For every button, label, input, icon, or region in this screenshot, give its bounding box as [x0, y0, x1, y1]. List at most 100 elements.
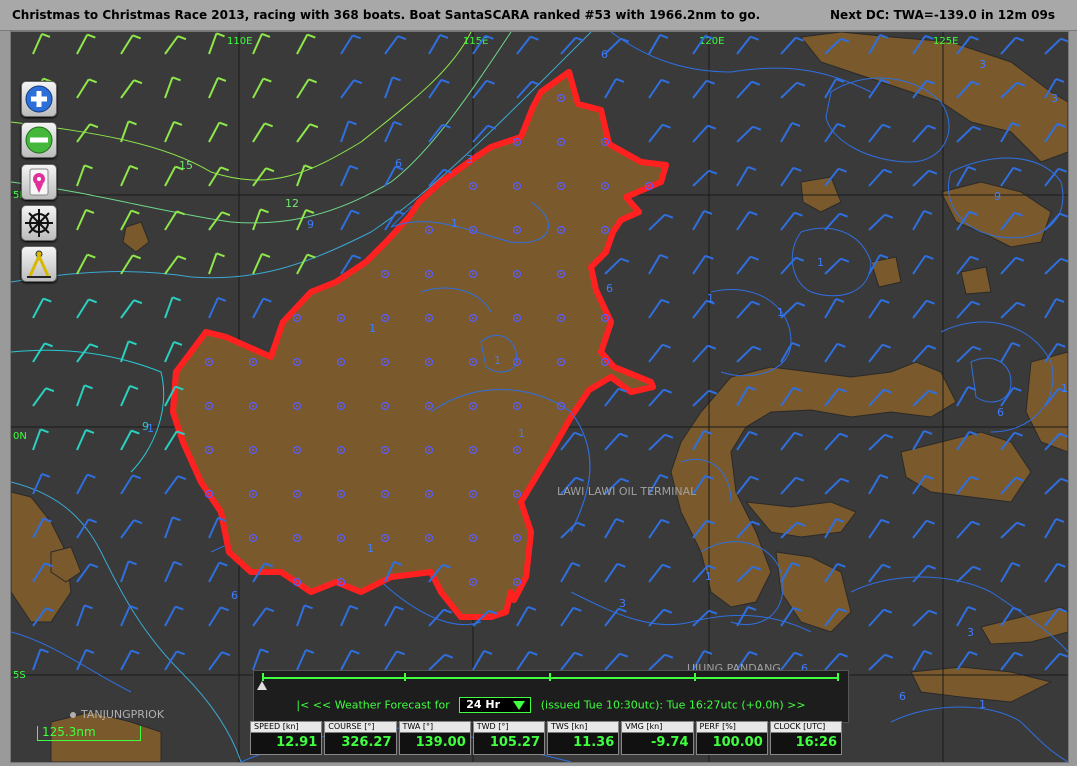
wind-barb: [164, 120, 183, 143]
helm-button[interactable]: [21, 205, 57, 241]
wind-barb: [516, 606, 537, 627]
wind-barb: [824, 212, 849, 231]
instrument-value: -9.74: [651, 735, 689, 750]
wind-barb: [428, 608, 453, 627]
instrument-value: 139.00: [415, 735, 466, 750]
isobar-label: 6: [231, 589, 238, 602]
calm-marker-dot: [516, 405, 518, 407]
wind-barb: [120, 604, 139, 627]
calm-marker-dot: [340, 493, 342, 495]
place-label-lawi-lawi: LAWI LAWI OIL TERMINAL: [557, 485, 697, 498]
calm-marker-dot: [516, 537, 518, 539]
wind-barb: [252, 208, 269, 231]
wind-barb: [1044, 562, 1066, 583]
wind-barb: [648, 343, 671, 363]
calm-marker-dot: [384, 273, 386, 275]
boat-locate-icon: [29, 168, 49, 196]
instrument-value: 105.27: [489, 735, 540, 750]
calm-marker-dot: [516, 141, 518, 143]
wind-barb: [1044, 167, 1067, 187]
wind-barb: [780, 651, 803, 671]
calm-marker-dot: [604, 361, 606, 363]
calm-marker-dot: [384, 449, 386, 451]
wind-barb: [912, 299, 935, 319]
calm-marker-dot: [516, 229, 518, 231]
wind-barb: [208, 121, 228, 143]
divider-button[interactable]: [21, 246, 57, 282]
isobar-label: 12: [285, 197, 299, 210]
calm-marker-dot: [252, 405, 254, 407]
wind-barb: [648, 34, 669, 55]
calm-marker-dot: [340, 581, 342, 583]
forecast-back-button[interactable]: |< <<: [296, 699, 331, 712]
isobar-label: 1: [979, 698, 986, 711]
calm-marker-dot: [604, 317, 606, 319]
wind-barb: [164, 475, 187, 495]
wind-barb: [340, 209, 360, 231]
wind-barb: [604, 562, 626, 583]
wind-barb: [1044, 257, 1068, 275]
wind-barb: [868, 518, 890, 539]
calm-marker-dot: [472, 405, 474, 407]
instrument-name: TWA [°]: [402, 722, 434, 731]
wind-barb: [428, 34, 449, 55]
wind-barb: [736, 166, 757, 187]
calm-marker-dot: [340, 405, 342, 407]
wind-barb: [912, 519, 935, 539]
wind-barb: [648, 213, 674, 231]
wind-barb: [604, 37, 630, 55]
wind-barb: [76, 33, 96, 55]
wind-barb: [736, 80, 761, 99]
wind-barb: [120, 560, 137, 583]
forecast-issued: (issued Tue 10:30utc): Tue 16:27utc (+0.…: [540, 698, 784, 712]
title-bar: Christmas to Christmas Race 2013, racing…: [0, 0, 1077, 31]
wind-barb: [472, 650, 493, 671]
wind-barb: [516, 650, 538, 671]
calm-marker-dot: [428, 493, 430, 495]
wind-barb: [252, 252, 271, 275]
zoom-in-button[interactable]: [21, 81, 57, 117]
isobar-label: 6: [395, 157, 402, 170]
forecast-period-select[interactable]: 24 Hr: [459, 697, 532, 713]
wind-barb: [252, 648, 269, 671]
lon-label: 125E: [933, 36, 958, 47]
wind-barb: [120, 519, 143, 539]
calm-marker-dot: [252, 537, 254, 539]
timeline-tick: [404, 673, 406, 681]
zoom-out-button[interactable]: [21, 122, 57, 158]
calm-marker-dot: [296, 317, 298, 319]
instrument-value: 16:26: [795, 735, 837, 750]
sailing-map[interactable]: 110E 115E 120E 125E 5N 0N 5S 6 9 3 6 1 6…: [10, 31, 1069, 763]
wind-barb: [648, 254, 669, 275]
wind-barb: [120, 429, 140, 451]
calm-marker-dot: [428, 361, 430, 363]
forecast-label: Weather Forecast for: [334, 698, 450, 712]
wind-barb: [32, 32, 51, 55]
instrument-vmg: VMG [kn] -9.74: [621, 721, 694, 755]
wind-barb: [692, 344, 717, 363]
wind-barb: [1044, 477, 1068, 495]
wind-barb: [296, 164, 313, 187]
wind-barb: [32, 297, 52, 319]
calm-marker-dot: [252, 449, 254, 451]
wind-barb: [1044, 518, 1065, 539]
calm-marker-dot: [296, 493, 298, 495]
lat-label: 0N: [13, 431, 27, 442]
calm-marker-dot: [472, 493, 474, 495]
locate-boat-button[interactable]: [21, 164, 57, 200]
wind-barb: [1000, 301, 1026, 319]
wind-barb: [692, 124, 717, 143]
isobar-label: 3: [967, 626, 974, 639]
calm-marker-dot: [384, 317, 386, 319]
wind-barb: [296, 253, 316, 275]
forecast-timeline: |< << Weather Forecast for 24 Hr (issued…: [253, 670, 849, 723]
wind-barb: [120, 120, 137, 143]
calm-marker-dot: [428, 405, 430, 407]
isobar-label: 1: [817, 256, 824, 269]
forecast-forward-button[interactable]: >>: [787, 699, 805, 712]
wind-barb: [208, 32, 225, 55]
wind-barb: [76, 604, 93, 627]
timeline-slider-handle[interactable]: [257, 681, 267, 690]
calm-marker-dot: [340, 317, 342, 319]
wind-barb: [912, 344, 937, 363]
